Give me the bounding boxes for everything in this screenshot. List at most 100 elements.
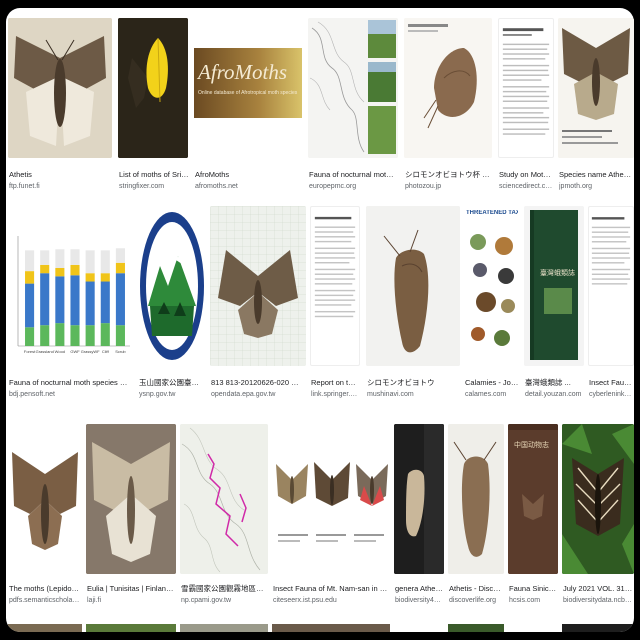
result-card[interactable]: AfroMoths Online database of Afrotropica… [194,18,302,198]
afromoths-tagline: Online database of Afrotropical moth spe… [198,90,298,96]
result-card[interactable]: 臺灣蛾類誌 臺灣蛾類誌 ... detail.youzan.com [524,206,584,416]
result-title[interactable]: 臺灣蛾類誌 ... [525,378,583,387]
next-row-preview [562,624,634,632]
result-title[interactable]: AfroMoths [195,170,299,179]
result-title[interactable]: シロモンオビヨトウ [367,378,459,387]
result-card[interactable]: 中国动物志 Fauna Sinica Insecta (... hcsis.co… [508,424,558,614]
result-thumbnail[interactable] [210,206,306,366]
result-source: ftp.funet.fi [9,183,40,190]
result-card[interactable]: The moths (Lepidoptera: Heteroser... pdf… [8,424,82,614]
result-card[interactable]: Insect Fauna of Mt. Na... cyberleninka.o… [588,206,634,416]
result-title[interactable]: genera Athetis - BioDiv... [395,584,443,593]
result-title[interactable]: Athetis - Discover Life m... [449,584,503,593]
result-source: stringfixer.com [119,183,165,190]
bar-segment [55,249,65,268]
result-thumbnail[interactable] [308,18,398,158]
result-card[interactable]: 玉山國家公園臺灣生物多樣性... ysnp.gov.tw [138,206,206,416]
result-thumbnail[interactable] [86,424,176,574]
result-card[interactable]: List of moths of Sri Lanka stringfixer.c… [118,18,189,198]
result-source: sciencedirect.com [499,183,553,190]
result-source: discoverlife.org [449,597,497,604]
brown-moth-image [448,424,504,574]
x-tick-label: GWF [70,349,80,354]
result-thumbnail[interactable] [498,18,554,158]
result-title[interactable]: 玉山國家公園臺灣生物多樣性... [139,378,205,387]
result-title[interactable]: Insect Fauna of Mt. Na... [589,378,633,387]
result-source: opendata.epa.gov.tw [211,391,276,398]
moth-on-grid-image [210,206,306,366]
result-thumbnail[interactable] [8,18,112,158]
result-card[interactable]: シロモンオビヨトウ mushinavi.com [366,206,460,416]
result-thumbnail[interactable] [366,206,460,366]
result-source: cyberleninka.org [589,391,633,398]
result-thumbnail[interactable]: Forest Grassland Wood GWF GrassyWF Cliff Scrub [8,206,132,366]
result-title[interactable]: Insect Fauna of Mt. Nam-san in Seoul, Ko… [273,584,389,593]
result-thumbnail[interactable]: THREATENED TAXA [464,206,520,366]
bar-segment [85,250,95,274]
result-thumbnail[interactable] [394,424,444,574]
result-thumbnail[interactable] [272,424,390,574]
result-thumbnail[interactable]: AfroMoths Online database of Afrotropica… [194,18,302,158]
result-title[interactable]: Species name Athetis lineosa (Moore, 18.… [559,170,633,179]
result-card[interactable]: Athetis - Discover Life m... discoverlif… [448,424,504,614]
yellow-moth-image [118,18,188,158]
afromoths-banner: AfroMoths Online database of Afrotropica… [194,48,302,118]
result-thumbnail[interactable] [558,18,634,158]
result-thumbnail[interactable] [404,18,492,158]
result-card[interactable]: July 2021 VOL. 31 SUPPLEMENT 2 biodivers… [562,424,634,614]
result-title[interactable]: Fauna of nocturnal moth species collecte… [9,378,131,387]
result-thumbnail[interactable]: 臺灣蛾類誌 [524,206,584,366]
results-row-2: Forest Grassland Wood GWF GrassyWF Cliff Scrub… [6,206,634,416]
result-title[interactable]: Calamies - JoTT 5(12) ... [465,378,519,387]
x-tick-label: Cliff [102,349,110,354]
result-card[interactable]: 雪霸國家公園觀霧地區昆蟲相調查報告... np.cpami.gov.tw [180,424,268,614]
next-row-preview [448,624,504,632]
result-card[interactable]: Insect Fauna of Mt. Nam-san in Seoul, Ko… [272,424,390,614]
result-title[interactable]: 雪霸國家公園觀霧地區昆蟲相調查報告... [181,584,267,593]
x-tick-label: Forest [24,349,36,354]
result-card[interactable]: シロモンオビヨトウ杯 - 写真共有サイト「フ... photozou.jp [404,18,492,198]
image-results-sheet: Athetis ftp.funet.fi List of moths of Sr… [6,8,634,632]
result-thumbnail[interactable] [588,206,634,366]
screenshot-frame: Athetis ftp.funet.fi List of moths of Sr… [0,0,640,640]
bar-segment [25,271,35,284]
result-card[interactable]: Fauna of nocturnal moth species collecte… [308,18,398,198]
result-thumbnail[interactable] [8,424,82,574]
result-title[interactable]: Fauna of nocturnal moth species collecte… [309,170,397,179]
result-title[interactable]: Athetis [9,170,109,179]
result-card[interactable]: Forest Grassland Wood GWF GrassyWF Cliff Scrub… [8,206,132,416]
result-thumbnail[interactable] [562,424,634,574]
result-title[interactable]: The moths (Lepidoptera: Heteroser... [9,584,81,593]
result-thumbnail[interactable] [448,424,504,574]
stacked-bar-chart: Forest Grassland Wood GWF GrassyWF Cliff Scrub [8,206,132,366]
result-card[interactable]: 813 813-20120626-020 黃褐斑蛾臺灣產... opendata… [210,206,306,416]
result-thumbnail[interactable] [310,206,360,366]
moth-image [8,424,82,574]
result-card[interactable]: THREATENED TAXA Calamies - JoTT 5(12) ..… [464,206,520,416]
result-thumbnail[interactable] [138,206,206,366]
result-thumbnail[interactable]: 中国动物志 [508,424,558,574]
result-card[interactable]: Species name Athetis lineosa (Moore, 18.… [558,18,634,198]
result-card[interactable]: Report on two species ... link.springer.… [310,206,360,416]
result-source: ysnp.gov.tw [139,391,176,398]
result-thumbnail[interactable] [118,18,188,158]
results-row-1: Athetis ftp.funet.fi List of moths of Sr… [6,18,634,198]
moth-image [8,18,112,158]
result-card[interactable]: genera Athetis - BioDiv... biodiversity4… [394,424,444,614]
result-source: biodiversitydata.ncbs.res.in [563,597,633,604]
result-card[interactable]: Study on Moth (Lepidop... sciencedirect.… [498,18,554,198]
bar-segment [25,327,35,346]
result-title[interactable]: 813 813-20120626-020 黃褐斑蛾臺灣產... [211,378,305,387]
result-card[interactable]: Eulia | Tunisitas | Finlands Artdatacent… [86,424,176,614]
result-title[interactable]: Eulia | Tunisitas | Finlands Artdatacent… [87,584,175,593]
result-title[interactable]: Study on Moth (Lepidop... [499,170,553,179]
result-title[interactable]: Report on two species ... [311,378,359,387]
result-title[interactable]: シロモンオビヨトウ杯 - 写真共有サイト「フ... [405,170,491,179]
result-title[interactable]: List of moths of Sri Lanka [119,170,189,179]
result-card[interactable]: Athetis ftp.funet.fi [8,18,112,198]
result-title[interactable]: July 2021 VOL. 31 SUPPLEMENT 2 [563,584,633,593]
bar-segment [100,323,110,346]
x-tick-label: Grassland [36,349,54,354]
result-title[interactable]: Fauna Sinica Insecta (... [509,584,557,593]
result-thumbnail[interactable] [180,424,268,574]
